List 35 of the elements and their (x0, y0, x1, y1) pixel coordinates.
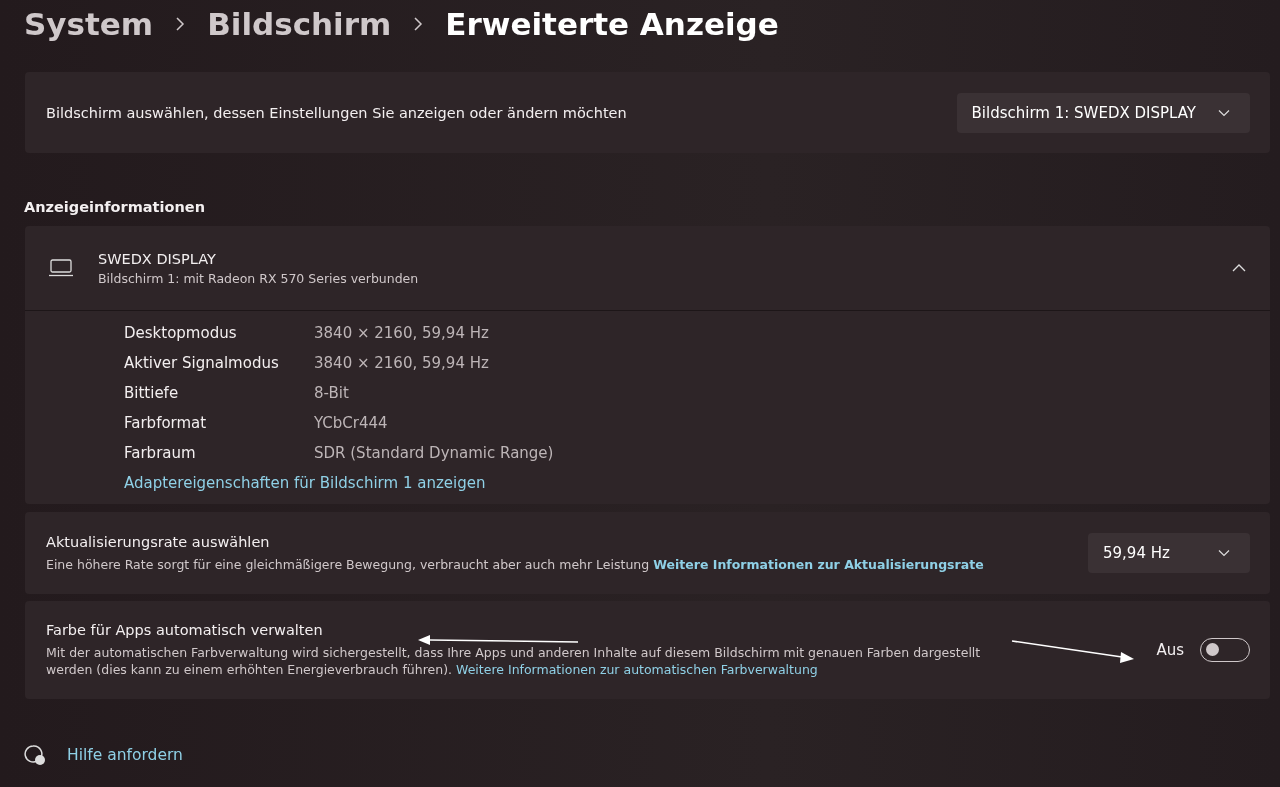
info-link[interactable]: Weitere Informationen zur automatischen Farbverwaltung (456, 662, 818, 677)
toggle-label: Aus (1156, 641, 1184, 659)
help-icon (23, 744, 47, 766)
display-dropdown[interactable]: Bildschirm 1: SWEDX DISPLAY (956, 92, 1250, 133)
setting-label: Bildschirm auswählen, dessen Einstellungen Sie anzeigen oder ändern möchten (46, 104, 627, 121)
info-label: Aktiver Signalmodus (124, 354, 280, 372)
info-value: YCbCr444 (314, 414, 389, 432)
help-link[interactable]: Hilfe anfordern (67, 746, 183, 764)
breadcrumb-item[interactable]: Bildschirm (207, 6, 392, 42)
chevron-right-icon (175, 17, 186, 31)
chevron-right-icon (413, 17, 424, 31)
info-label: Farbformat (124, 414, 208, 432)
chevron-down-icon (1218, 549, 1230, 557)
refresh-rate-dropdown[interactable]: 59,94 Hz (1088, 533, 1250, 573)
setting-description: Eine höhere Rate sorgt für eine gleichmäßigere Bewegung, verbraucht aber auch mehr Leistung (46, 556, 650, 572)
display-name: SWEDX DISPLAY (98, 250, 217, 267)
info-value: 8-Bit (314, 384, 350, 402)
info-label: Farbraum (124, 444, 197, 462)
breadcrumb-item[interactable]: System (24, 6, 154, 42)
chevron-down-icon (1218, 108, 1230, 117)
info-value: 3840 × 2160, 59,94 Hz (314, 324, 490, 342)
setting-title: Farbe für Apps automatisch verwalten (46, 622, 324, 638)
info-link[interactable]: Weitere Informationen zur Aktualisierungsrate (653, 556, 984, 572)
adapter-properties-link[interactable]: Adaptereigenschaften für Bildschirm 1 anzeigen (124, 474, 486, 492)
display-subtitle: Bildschirm 1: mit Radeon RX 570 Series verbunden (98, 270, 420, 286)
laptop-icon (48, 259, 74, 277)
chevron-icon (1232, 264, 1246, 272)
info-value: SDR (Standard Dynamic Range) (314, 444, 555, 462)
info-label: Bittiefe (124, 384, 180, 402)
section-title: Anzeigeinformationen (24, 199, 206, 215)
info-label: Desktopmodus (124, 324, 238, 342)
breadcrumb-item[interactable]: Erweiterte Anzeige (445, 6, 779, 42)
info-value: 3840 × 2160, 59,94 Hz (314, 354, 490, 372)
setting-description: Mit der automatischen Farbverwaltung wird sichergestellt, dass Ihre Apps und anderen Inhalte auf diesem Bildschirm mit genauen Farben dargestellt werden (dies kann zu einem erhöhten Energieverbrauch führen). Weitere Informationen zur automatischen Farbverwaltung (46, 644, 982, 678)
setting-title: Aktualisierungsrate auswählen (46, 533, 271, 550)
